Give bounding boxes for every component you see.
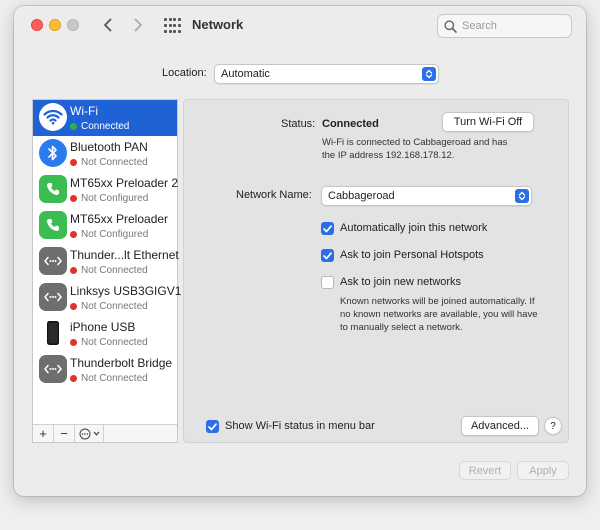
description-line: to manually select a network.	[340, 322, 463, 333]
add-service-button[interactable]: +	[33, 425, 54, 442]
show-wifi-status-checkbox[interactable]	[206, 420, 219, 433]
new-networks-label: Ask to join new networks	[340, 276, 462, 288]
revert-button[interactable]: Revert	[459, 461, 511, 480]
status-dot	[70, 195, 77, 202]
phone-icon	[39, 175, 67, 203]
service-name: Wi-Fi	[70, 104, 98, 118]
service-actions-menu[interactable]	[75, 425, 104, 442]
remove-service-button[interactable]: −	[54, 425, 75, 442]
description-line: no known networks are available, you wil…	[340, 309, 538, 320]
service-status: Not Connected	[81, 301, 148, 312]
status-description-line: Wi-Fi is connected to Cabbageroad and ha…	[322, 137, 508, 148]
service-name: Bluetooth PAN	[70, 140, 148, 154]
bluetooth-icon	[39, 139, 67, 167]
service-status: Not Connected	[81, 265, 148, 276]
location-popup[interactable]: Automatic	[214, 64, 439, 84]
network-name-value: Cabbageroad	[328, 190, 395, 202]
show-wifi-status-label: Show Wi-Fi status in menu bar	[225, 420, 375, 432]
service-list: Wi-Fi Connected Bluetooth PAN Not Connec…	[32, 99, 181, 443]
search-icon	[444, 19, 457, 33]
service-status: Not Connected	[81, 337, 148, 348]
status-dot	[70, 339, 77, 346]
show-all-grid-icon[interactable]	[164, 18, 181, 34]
new-networks-checkbox[interactable]	[321, 276, 334, 289]
chevron-left-icon	[104, 18, 112, 32]
service-name: iPhone USB	[70, 320, 136, 334]
service-status: Not Configured	[81, 229, 149, 240]
forward-button[interactable]	[128, 15, 148, 35]
wifi-detail-panel: Status: Connected Turn Wi-Fi Off Wi-Fi i…	[183, 99, 569, 443]
status-value: Connected	[322, 118, 379, 130]
zoom-window-button[interactable]	[67, 19, 79, 31]
network-preferences-window: Network Location: Automatic Wi-Fi Connec…	[14, 6, 586, 496]
up-down-chevron-icon	[422, 67, 436, 81]
search-field[interactable]	[437, 14, 572, 38]
checkmark-icon	[323, 251, 332, 259]
network-name-label: Network Name:	[236, 189, 312, 201]
status-description: Wi-Fi is connected to Cabbageroad and ha…	[322, 136, 507, 162]
service-status: Not Connected	[81, 157, 148, 168]
service-name: Thunderbolt Bridge	[70, 356, 173, 370]
service-name: Linksys USB3GIGV1	[70, 284, 182, 298]
advanced-button[interactable]: Advanced...	[461, 416, 539, 436]
iphone-icon	[39, 319, 67, 347]
service-item-bluetooth-pan[interactable]: Bluetooth PAN Not Connected	[33, 136, 177, 172]
service-status: Connected	[81, 121, 130, 132]
service-name: MT65xx Preloader 2	[70, 176, 179, 190]
sidebar-action-bar: + −	[33, 424, 177, 442]
ethernet-icon	[39, 283, 67, 311]
personal-hotspots-checkbox[interactable]	[321, 249, 334, 262]
checkmark-icon	[208, 422, 217, 430]
back-button[interactable]	[98, 15, 118, 35]
up-down-chevron-icon	[515, 189, 529, 203]
service-item-thunderbolt-bridge[interactable]: Thunderbolt Bridge Not Connected	[33, 352, 177, 388]
location-label: Location:	[162, 67, 207, 79]
ellipsis-circle-icon	[79, 428, 90, 439]
new-networks-description: Known networks will be joined automatica…	[340, 295, 538, 334]
service-status: Not Connected	[81, 373, 148, 384]
chevron-down-icon	[93, 431, 99, 436]
service-item-thunderbolt-ethernet[interactable]: Thunder...lt Ethernet Not Connected	[33, 244, 179, 280]
network-name-popup[interactable]: Cabbageroad	[321, 186, 532, 206]
status-description-line: the IP address 192.168.178.12.	[322, 150, 455, 161]
personal-hotspots-label: Ask to join Personal Hotspots	[340, 249, 484, 261]
service-item-mt65xx-preloader-2[interactable]: MT65xx Preloader 2 Not Configured	[33, 172, 179, 208]
help-button[interactable]: ?	[544, 417, 562, 435]
status-label: Status:	[281, 118, 316, 130]
description-line: Known networks will be joined automatica…	[340, 296, 535, 307]
service-item-iphone-usb[interactable]: iPhone USB Not Connected	[33, 316, 177, 352]
status-dot	[70, 303, 77, 310]
service-name: Thunder...lt Ethernet	[70, 248, 179, 262]
checkmark-icon	[323, 224, 332, 232]
auto-join-label: Automatically join this network	[340, 222, 488, 234]
turn-wifi-off-button[interactable]: Turn Wi-Fi Off	[442, 112, 534, 132]
service-item-linksys-usb3gigv1[interactable]: Linksys USB3GIGV1 Not Connected	[33, 280, 181, 316]
close-window-button[interactable]	[31, 19, 43, 31]
phone-icon	[39, 211, 67, 239]
ethernet-icon	[39, 355, 67, 383]
search-input[interactable]	[462, 20, 562, 32]
service-item-mt65xx-preloader[interactable]: MT65xx Preloader Not Configured	[33, 208, 177, 244]
status-dot	[70, 267, 77, 274]
window-title: Network	[192, 17, 244, 32]
ethernet-icon	[39, 247, 67, 275]
status-dot	[70, 231, 77, 238]
minimize-window-button[interactable]	[49, 19, 61, 31]
titlebar: Network	[14, 6, 586, 46]
location-value: Automatic	[221, 68, 270, 80]
service-status: Not Configured	[81, 193, 149, 204]
chevron-right-icon	[134, 18, 142, 32]
status-dot	[70, 123, 77, 130]
apply-button[interactable]: Apply	[517, 461, 569, 480]
wifi-icon	[39, 103, 67, 131]
status-dot	[70, 159, 77, 166]
auto-join-checkbox[interactable]	[321, 222, 334, 235]
service-item-wifi[interactable]: Wi-Fi Connected	[33, 100, 177, 136]
service-name: MT65xx Preloader	[70, 212, 169, 226]
status-dot	[70, 375, 77, 382]
